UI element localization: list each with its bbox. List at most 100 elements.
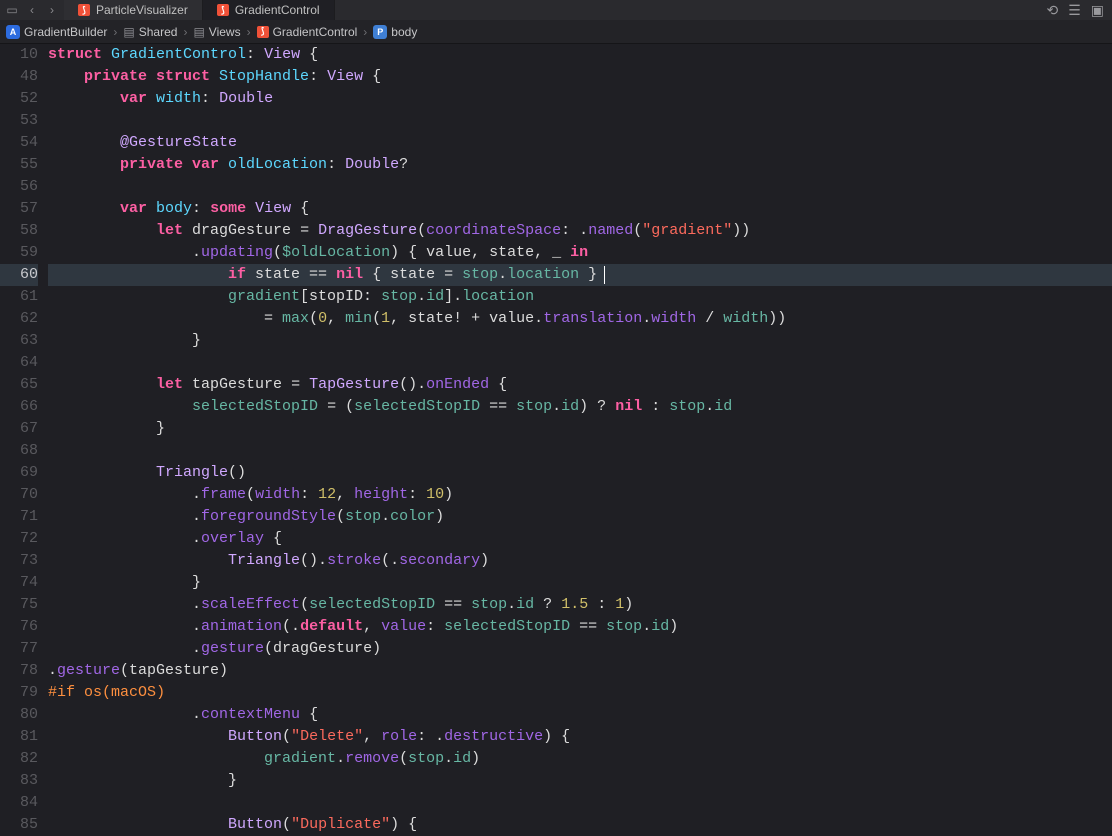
code-line[interactable]: #if os(macOS) (48, 682, 1112, 704)
code-line[interactable] (48, 352, 1112, 374)
tab-gradientcontrol[interactable]: ⟆ GradientControl (203, 0, 335, 20)
code-editor[interactable]: 1048525354555657585960616263646566676869… (0, 44, 1112, 823)
line-number: 72 (0, 528, 38, 550)
code-line[interactable]: struct GradientControl: View { (48, 44, 1112, 66)
code-line[interactable]: var width: Double (48, 88, 1112, 110)
code-line[interactable]: Triangle().stroke(.secondary) (48, 550, 1112, 572)
line-number: 66 (0, 396, 38, 418)
code-line[interactable] (48, 176, 1112, 198)
code-line[interactable]: .gesture(tapGesture) (48, 660, 1112, 682)
folder-icon: ▤ (123, 25, 134, 39)
line-number: 67 (0, 418, 38, 440)
code-line[interactable]: gradient[stopID: stop.id].location (48, 286, 1112, 308)
code-line[interactable]: private var oldLocation: Double? (48, 154, 1112, 176)
line-number: 65 (0, 374, 38, 396)
code-line[interactable]: } (48, 770, 1112, 792)
code-line[interactable]: .frame(width: 12, height: 10) (48, 484, 1112, 506)
code-line[interactable]: .foregroundStyle(stop.color) (48, 506, 1112, 528)
code-line[interactable]: gradient.remove(stop.id) (48, 748, 1112, 770)
line-number: 71 (0, 506, 38, 528)
code-line[interactable]: } (48, 572, 1112, 594)
code-line[interactable]: var body: some View { (48, 198, 1112, 220)
line-number: 10 (0, 44, 38, 66)
chevron-right-icon: › (183, 25, 187, 39)
breadcrumb[interactable]: A GradientBuilder › ▤ Shared › ▤ Views ›… (0, 20, 1112, 44)
code-line[interactable] (48, 110, 1112, 132)
line-number: 54 (0, 132, 38, 154)
line-number: 77 (0, 638, 38, 660)
code-line[interactable]: if state == nil { state = stop.location … (48, 264, 1112, 286)
code-line[interactable] (48, 792, 1112, 814)
line-number: 80 (0, 704, 38, 726)
swift-file-icon: ⟆ (257, 26, 269, 38)
tab-particlevisualizer[interactable]: ⟆ ParticleVisualizer (64, 0, 203, 20)
adjust-icon[interactable]: ☰ (1068, 2, 1081, 19)
line-number: 61 (0, 286, 38, 308)
breadcrumb-folder1[interactable]: Shared (139, 25, 178, 39)
line-number: 52 (0, 88, 38, 110)
line-number: 68 (0, 440, 38, 462)
line-gutter: 1048525354555657585960616263646566676869… (0, 44, 48, 823)
chevron-right-icon: › (113, 25, 117, 39)
code-line[interactable]: } (48, 330, 1112, 352)
line-number: 64 (0, 352, 38, 374)
app-icon: A (6, 25, 20, 39)
tab-label: ParticleVisualizer (96, 3, 188, 17)
line-number: 55 (0, 154, 38, 176)
line-number: 81 (0, 726, 38, 748)
chevron-right-icon: › (247, 25, 251, 39)
code-line[interactable]: selectedStopID = (selectedStopID == stop… (48, 396, 1112, 418)
line-number: 48 (0, 66, 38, 88)
code-line[interactable]: .overlay { (48, 528, 1112, 550)
text-cursor (604, 266, 605, 284)
line-number: 53 (0, 110, 38, 132)
line-number: 59 (0, 242, 38, 264)
line-number: 69 (0, 462, 38, 484)
code-line[interactable]: let dragGesture = DragGesture(coordinate… (48, 220, 1112, 242)
code-line[interactable]: @GestureState (48, 132, 1112, 154)
line-number: 62 (0, 308, 38, 330)
code-line[interactable]: } (48, 418, 1112, 440)
line-number: 74 (0, 572, 38, 594)
breadcrumb-app[interactable]: GradientBuilder (24, 25, 107, 39)
nav-back-icon[interactable]: ‹ (22, 3, 42, 17)
line-number: 58 (0, 220, 38, 242)
breadcrumb-folder2[interactable]: Views (209, 25, 241, 39)
code-line[interactable]: .gesture(dragGesture) (48, 638, 1112, 660)
line-number: 82 (0, 748, 38, 770)
line-number: 78 (0, 660, 38, 682)
property-icon: P (373, 25, 387, 39)
code-line[interactable]: Button("Duplicate") { (48, 814, 1112, 836)
line-number: 73 (0, 550, 38, 572)
code-line[interactable]: .updating($oldLocation) { value, state, … (48, 242, 1112, 264)
code-line[interactable]: .contextMenu { (48, 704, 1112, 726)
panel-icon[interactable]: ▣ (1091, 2, 1104, 19)
line-number: 70 (0, 484, 38, 506)
line-number: 63 (0, 330, 38, 352)
folder-icon: ▤ (193, 25, 204, 39)
code-line[interactable]: Button("Delete", role: .destructive) { (48, 726, 1112, 748)
line-number: 75 (0, 594, 38, 616)
line-number: 79 (0, 682, 38, 704)
code-line[interactable]: .scaleEffect(selectedStopID == stop.id ?… (48, 594, 1112, 616)
line-number: 85 (0, 814, 38, 836)
line-number: 57 (0, 198, 38, 220)
refresh-icon[interactable]: ⟲ (1046, 2, 1058, 19)
code-line[interactable]: Triangle() (48, 462, 1112, 484)
line-number: 83 (0, 770, 38, 792)
line-number: 76 (0, 616, 38, 638)
code-area[interactable]: struct GradientControl: View { private s… (48, 44, 1112, 823)
breadcrumb-struct[interactable]: GradientControl (273, 25, 358, 39)
nav-forward-icon[interactable]: › (42, 3, 62, 17)
swift-file-icon: ⟆ (78, 4, 90, 16)
code-line[interactable]: = max(0, min(1, state! + value.translati… (48, 308, 1112, 330)
tab-bar: ▭ ‹ › ⟆ ParticleVisualizer ⟆ GradientContro… (0, 0, 1112, 20)
code-line[interactable]: private struct StopHandle: View { (48, 66, 1112, 88)
swift-file-icon: ⟆ (217, 4, 229, 16)
code-line[interactable]: let tapGesture = TapGesture().onEnded { (48, 374, 1112, 396)
sidebar-toggle-icon[interactable]: ▭ (2, 3, 22, 17)
tab-label: GradientControl (235, 3, 320, 17)
code-line[interactable]: .animation(.default, value: selectedStop… (48, 616, 1112, 638)
code-line[interactable] (48, 440, 1112, 462)
breadcrumb-prop[interactable]: body (391, 25, 417, 39)
